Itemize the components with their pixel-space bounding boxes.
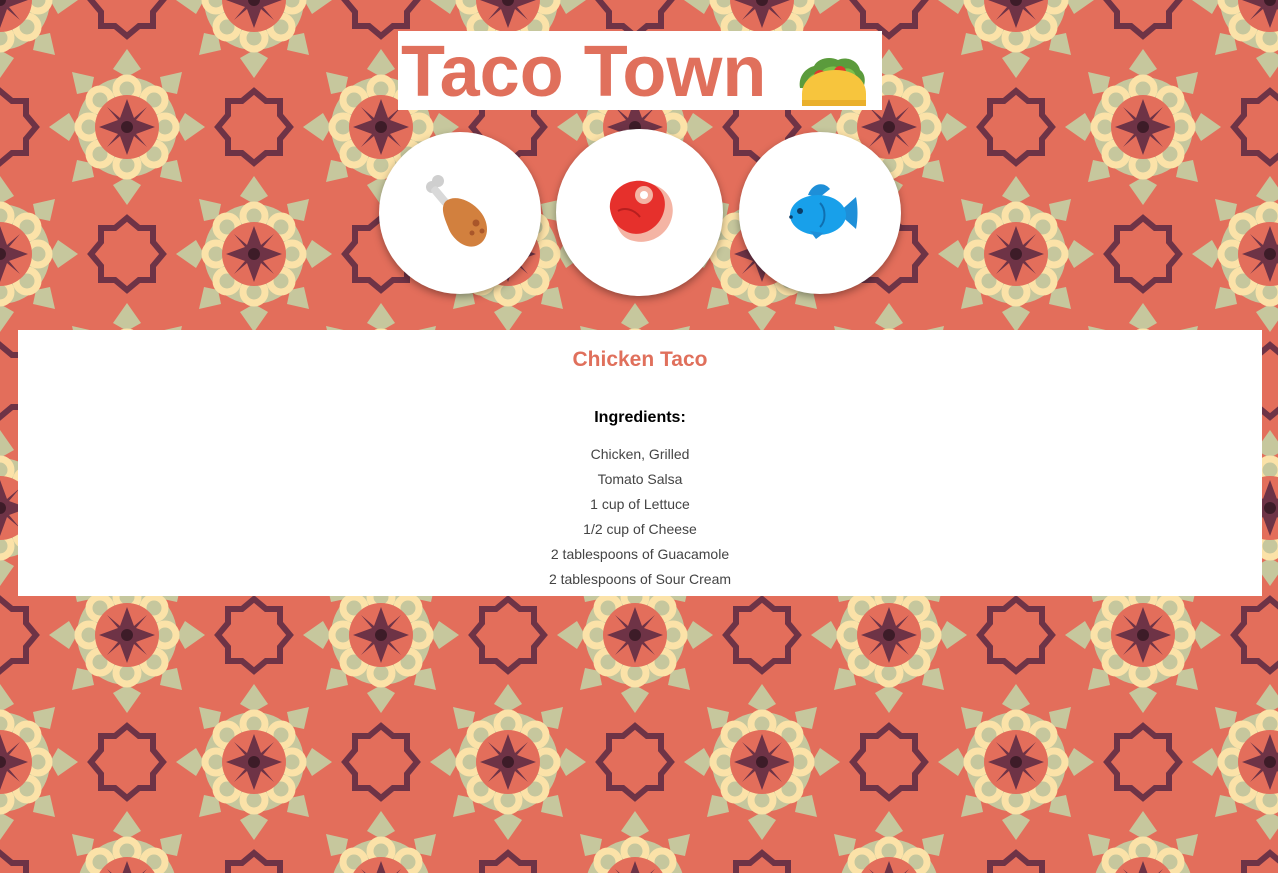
ingredient-item: Chicken, Grilled bbox=[590, 446, 690, 462]
fish-icon bbox=[789, 184, 858, 239]
ingredient-item: 1 cup of Lettuce bbox=[590, 496, 690, 512]
ingredients-list: Chicken, Grilled Tomato Salsa 1 cup of L… bbox=[18, 445, 1262, 595]
site-title: Taco Town bbox=[401, 31, 767, 112]
taco-icon bbox=[799, 58, 866, 106]
beef-button[interactable] bbox=[556, 129, 723, 296]
recipe-title: Chicken Taco bbox=[572, 348, 708, 371]
ingredient-item: 2 tablespoons of Sour Cream bbox=[548, 571, 732, 587]
ingredients-heading: Ingredients: bbox=[594, 409, 686, 426]
ingredient-item: 1/2 cup of Cheese bbox=[583, 521, 697, 537]
poultry-leg-icon bbox=[426, 175, 487, 247]
fish-button[interactable] bbox=[739, 132, 901, 294]
ingredient-item: 2 tablespoons of Guacamole bbox=[550, 546, 730, 562]
recipe-panel: Chicken Taco Ingredients: Chicken, Grill… bbox=[18, 330, 1262, 596]
chicken-button[interactable] bbox=[379, 132, 541, 294]
cut-of-meat-icon bbox=[609, 180, 673, 242]
ingredient-item: Tomato Salsa bbox=[597, 471, 683, 487]
